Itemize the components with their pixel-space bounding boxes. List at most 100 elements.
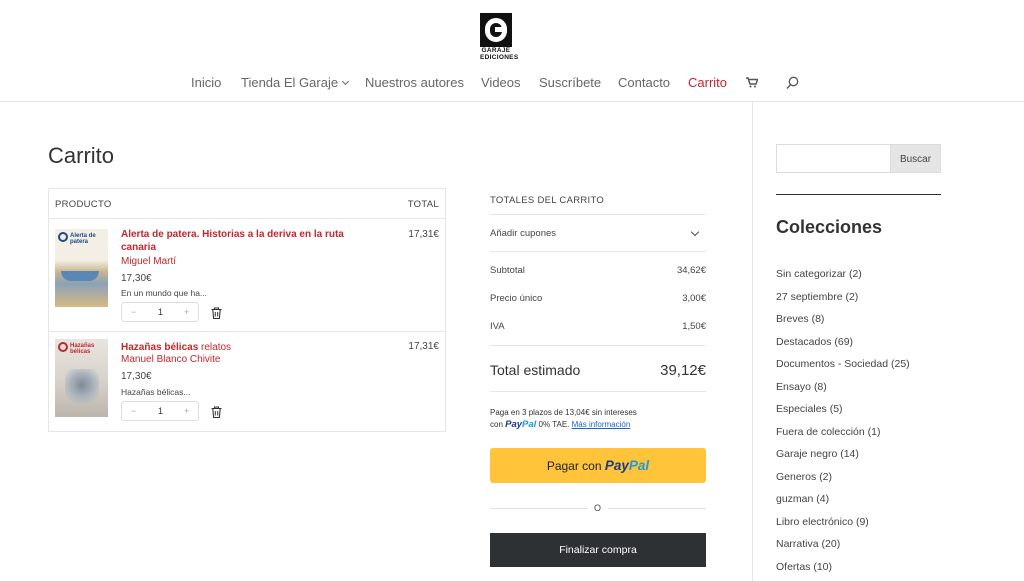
category-link[interactable]: Ensayo (8) (776, 381, 827, 393)
line-total: 17,31€ (408, 229, 439, 240)
product-price: 17,30€ (121, 273, 152, 284)
or-text: O (594, 503, 602, 513)
tax-label: IVA (490, 321, 505, 332)
col-header-product: PRODUCTO (55, 199, 112, 210)
category-link[interactable]: guzman (4) (776, 493, 829, 505)
product-description: En un mundo que ha... (121, 288, 208, 298)
cart-item: Hazañas bélicas Hazañas bélicas relatos … (49, 332, 445, 431)
product-name-link[interactable]: Hazañas bélicas relatos (121, 341, 361, 354)
product-price: 17,30€ (121, 371, 152, 382)
quantity-increase-button[interactable]: + (184, 307, 189, 317)
quantity-value[interactable]: 1 (158, 406, 163, 416)
site-logo[interactable]: GARAJE EDICIONES (480, 13, 519, 61)
cart-item: Alerta de patera Alerta de patera. Histo… (49, 219, 445, 331)
tax-value: 1,50€ (682, 321, 706, 332)
main-nav: Inicio Tienda El Garaje Nuestros autores… (0, 75, 1024, 91)
installments-text: Paga en 3 plazos de 13,04€ sin intereses (490, 408, 637, 417)
quantity-decrease-button[interactable]: − (131, 406, 136, 416)
grand-total-row: Total estimado 39,12€ (490, 362, 706, 379)
category-link[interactable]: Documentos - Sociedad (25) (776, 358, 910, 370)
product-thumbnail[interactable]: Alerta de patera (55, 229, 108, 307)
category-link[interactable]: Breves (8) (776, 313, 824, 325)
sidebar-rule (776, 194, 941, 195)
logo-icon (480, 13, 512, 47)
more-info-link[interactable]: Más información (572, 420, 631, 429)
nav-contacto[interactable]: Contacto (618, 75, 670, 90)
product-thumbnail[interactable]: Hazañas bélicas (55, 339, 108, 417)
flat-rate-label: Precio único (490, 293, 543, 304)
subtotal-row: Subtotal 34,62€ (490, 265, 706, 276)
search-input[interactable] (776, 144, 891, 173)
paypal-pay-button[interactable]: Pagar con PayPal (490, 448, 706, 483)
nav-carrito[interactable]: Carrito (688, 75, 727, 90)
category-link[interactable]: 27 septiembre (2) (776, 291, 858, 303)
chevron-down-icon (342, 77, 350, 86)
pay-button-prefix: Pagar con (546, 459, 602, 473)
nav-inicio[interactable]: Inicio (191, 75, 221, 90)
sidebar-title: Colecciones (776, 217, 883, 237)
quantity-stepper: − 1 + (121, 401, 199, 421)
category-link[interactable]: Narrativa (20) (776, 538, 840, 550)
quantity-decrease-button[interactable]: − (131, 307, 136, 317)
category-link[interactable]: Especiales (5) (776, 403, 843, 415)
coupon-toggle[interactable]: Añadir cupones (490, 228, 706, 239)
product-author[interactable]: Miguel Martí (121, 256, 176, 267)
cart-table: PRODUCTO TOTAL Alerta de patera Alerta d… (48, 188, 446, 432)
product-name-suffix: relatos (198, 342, 232, 353)
search-button[interactable]: Buscar (890, 144, 941, 173)
search-icon[interactable] (786, 76, 799, 93)
grand-total-value: 39,12€ (660, 362, 706, 379)
paypal-note-tae: 0% TAE. (538, 420, 570, 429)
quantity-value[interactable]: 1 (158, 307, 163, 317)
col-header-total: TOTAL (407, 199, 439, 210)
product-name: Hazañas bélicas (121, 342, 199, 353)
tax-row: IVA 1,50€ (490, 321, 706, 332)
product-author[interactable]: Manuel Blanco Chivite (121, 354, 221, 365)
category-link[interactable]: Sin categorizar (2) (776, 268, 862, 280)
totals-heading: TOTALES DEL CARRITO (490, 195, 605, 206)
paypal-note-con: con (490, 420, 503, 429)
trash-icon[interactable] (211, 405, 222, 419)
divider (490, 214, 706, 215)
nav-tienda[interactable]: Tienda El Garaje (241, 75, 350, 90)
nav-videos[interactable]: Videos (481, 75, 521, 90)
flat-rate-row: Precio único 3,00€ (490, 293, 706, 304)
product-name-link[interactable]: Alerta de patera. Historias a la deriva … (121, 228, 361, 254)
thumb-title: Hazañas bélicas (70, 343, 95, 355)
sidebar-divider (752, 102, 753, 581)
nav-autores[interactable]: Nuestros autores (365, 75, 464, 90)
paypal-logo: PayPal (505, 419, 537, 430)
category-link[interactable]: Destacados (69) (776, 336, 853, 348)
quantity-stepper: − 1 + (121, 302, 199, 322)
checkout-button[interactable]: Finalizar compra (490, 533, 706, 567)
category-link[interactable]: Generos (2) (776, 471, 832, 483)
page-title: Carrito (48, 143, 115, 168)
nav-tienda-label: Tienda El Garaje (241, 75, 339, 90)
category-link[interactable]: Libro electrónico (9) (776, 516, 869, 528)
subtotal-label: Subtotal (490, 265, 525, 276)
quantity-increase-button[interactable]: + (184, 406, 189, 416)
cart-icon[interactable] (746, 76, 759, 91)
coupon-label: Añadir cupones (490, 228, 557, 239)
logo-text-1: GARAJE (481, 47, 511, 54)
line-total: 17,31€ (408, 341, 439, 352)
logo-text-2: EDICIONES (480, 54, 519, 61)
subtotal-value: 34,62€ (676, 265, 706, 276)
category-link[interactable]: Fuera de colección (1) (776, 426, 880, 438)
thumb-title: Alerta de patera (70, 233, 96, 245)
site-header: GARAJE EDICIONES Inicio Tienda El Garaje… (0, 0, 1024, 102)
category-link[interactable]: Ofertas (10) (776, 561, 832, 573)
divider (490, 251, 706, 252)
divider (490, 345, 706, 346)
trash-icon[interactable] (211, 306, 222, 320)
nav-suscribete[interactable]: Suscríbete (539, 75, 601, 90)
grand-total-label: Total estimado (490, 362, 581, 378)
flat-rate-value: 3,00€ (682, 293, 706, 304)
category-link[interactable]: Garaje negro (14) (776, 448, 859, 460)
or-separator: O (490, 502, 706, 514)
paypal-logo: PayPal (604, 458, 650, 473)
divider (490, 391, 706, 392)
product-description: Hazañas bélicas... (121, 387, 191, 397)
product-name: Alerta de patera. Historias a la deriva … (121, 229, 344, 253)
paypal-installments-note: Paga en 3 plazos de 13,04€ sin intereses… (490, 407, 706, 431)
